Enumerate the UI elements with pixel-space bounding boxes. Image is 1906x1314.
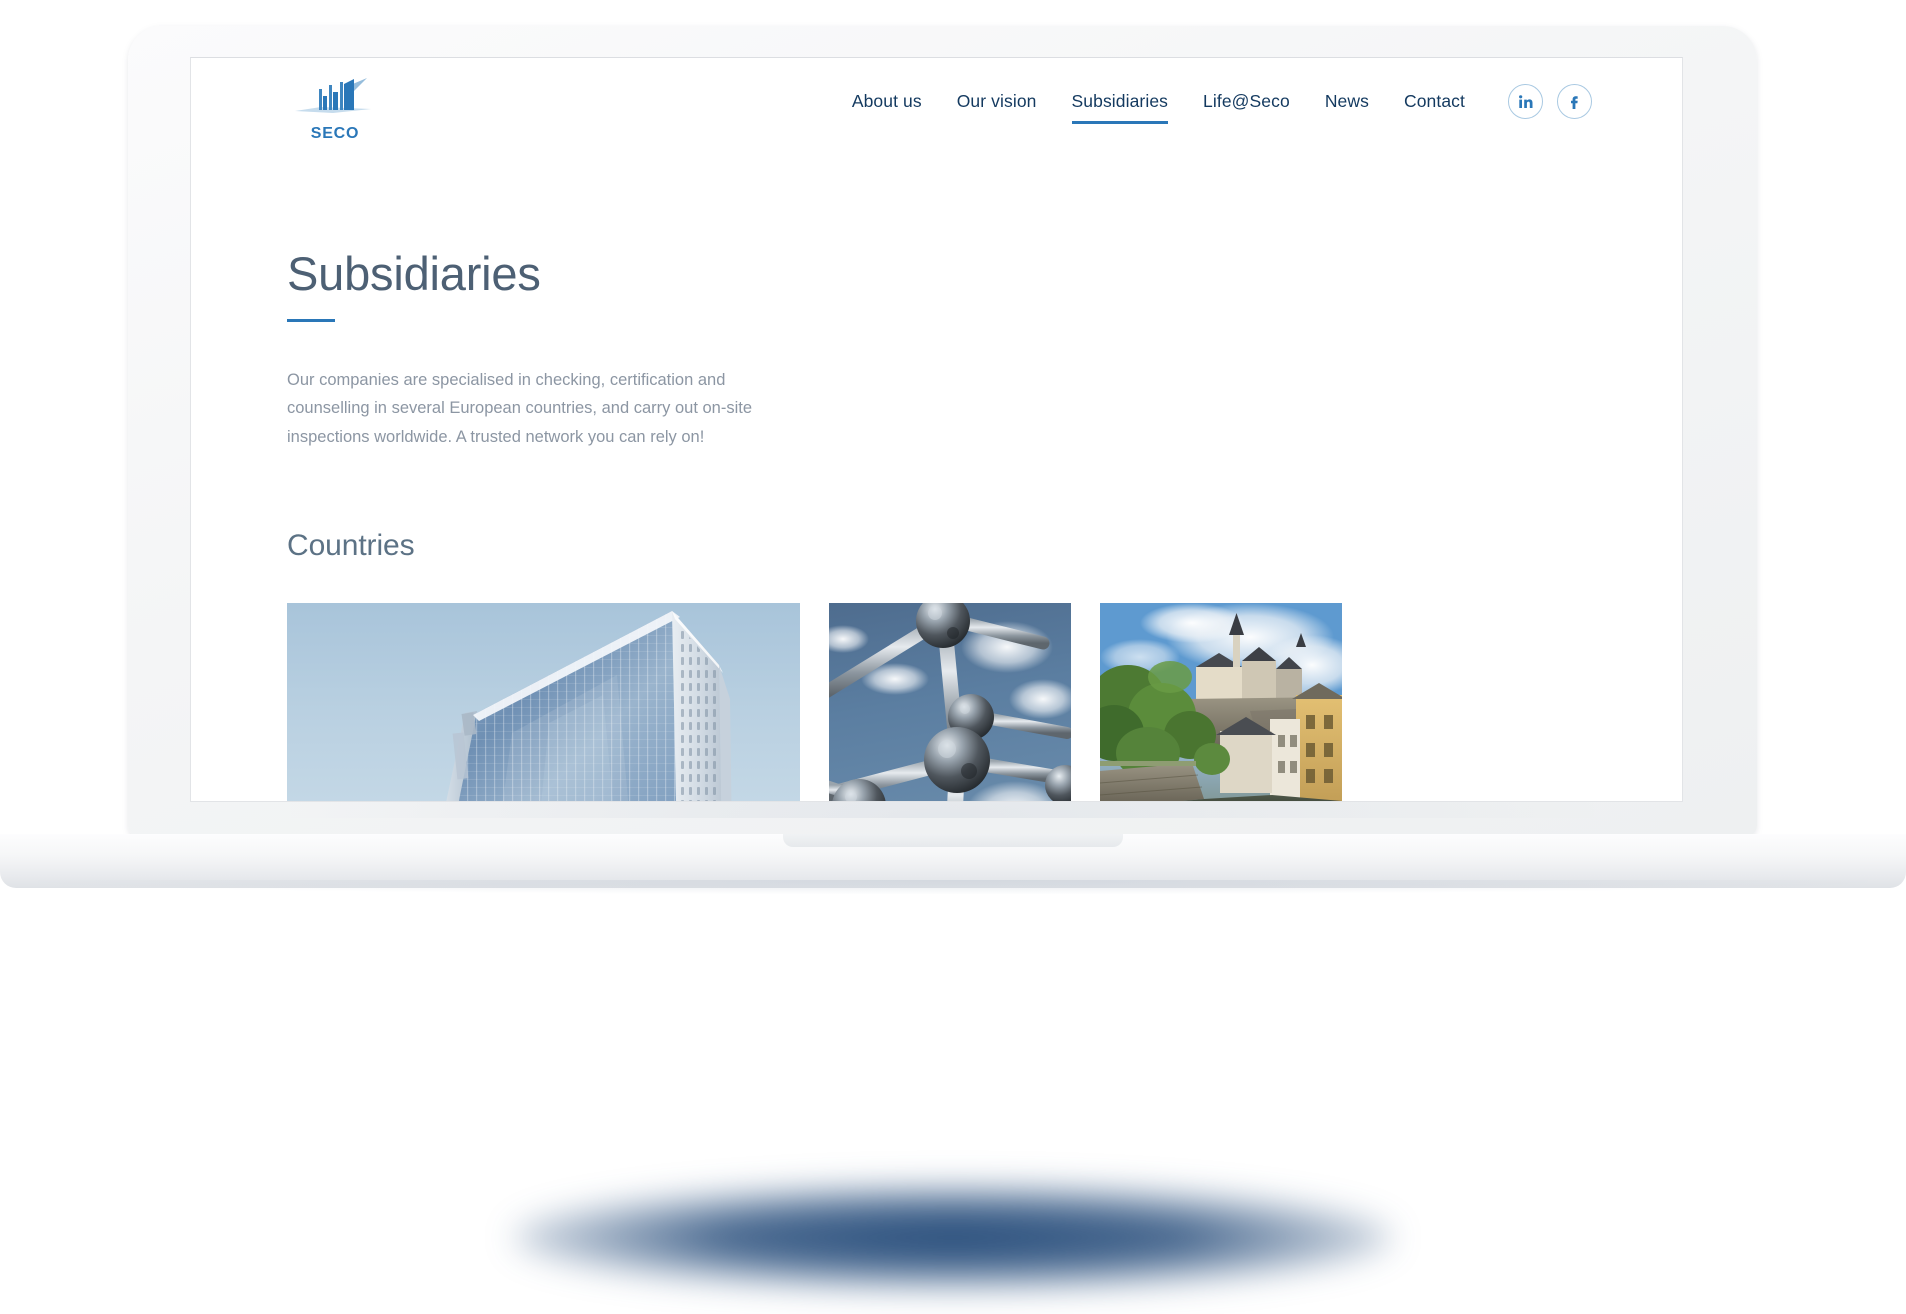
nav-item-subsidiaries[interactable]: Subsidiaries [1071,87,1169,124]
nav-item-our-vision[interactable]: Our vision [957,87,1037,124]
country-card-luxembourg[interactable]: Luxembourg [1100,603,1342,801]
nav-item-contact[interactable]: Contact [1404,87,1465,124]
section-title-countries: Countries [287,529,415,563]
floor-shadow [513,1185,1393,1290]
page-title: Subsidiaries [287,247,541,300]
title-underline-rule [287,319,335,322]
logo-wordmark: SECO [310,125,360,142]
linkedin-icon[interactable] [1508,84,1543,119]
seco-logo[interactable]: SECO [287,76,383,150]
site-header: SECO About us Our vision Subsidiaries Li… [191,58,1682,162]
page-content: Subsidiaries Our companies are specialis… [191,247,1682,801]
nav-item-about-us[interactable]: About us [852,87,922,124]
country-card-list: Worldwide [287,603,1586,801]
intro-paragraph: Our companies are specialised in checkin… [287,371,753,446]
facebook-icon[interactable] [1557,84,1592,119]
card-image-luxembourg [1100,603,1342,801]
country-card-belgium[interactable]: Belgium [829,603,1071,801]
laptop-base [0,834,1906,894]
nav-item-life-at-seco[interactable]: Life@Seco [1203,87,1290,124]
screenshot-stage: SECO About us Our vision Subsidiaries Li… [0,0,1906,1314]
nav-item-news[interactable]: News [1325,87,1369,124]
social-links [1508,84,1592,119]
webpage: SECO About us Our vision Subsidiaries Li… [191,58,1682,801]
card-image-belgium [829,603,1071,801]
laptop-screen: SECO About us Our vision Subsidiaries Li… [190,57,1683,802]
card-image-worldwide [287,603,800,801]
main-navigation: About us Our vision Subsidiaries Life@Se… [852,84,1592,127]
country-card-worldwide[interactable]: Worldwide [287,603,800,801]
seco-bar-chart-logo-icon [293,76,377,124]
